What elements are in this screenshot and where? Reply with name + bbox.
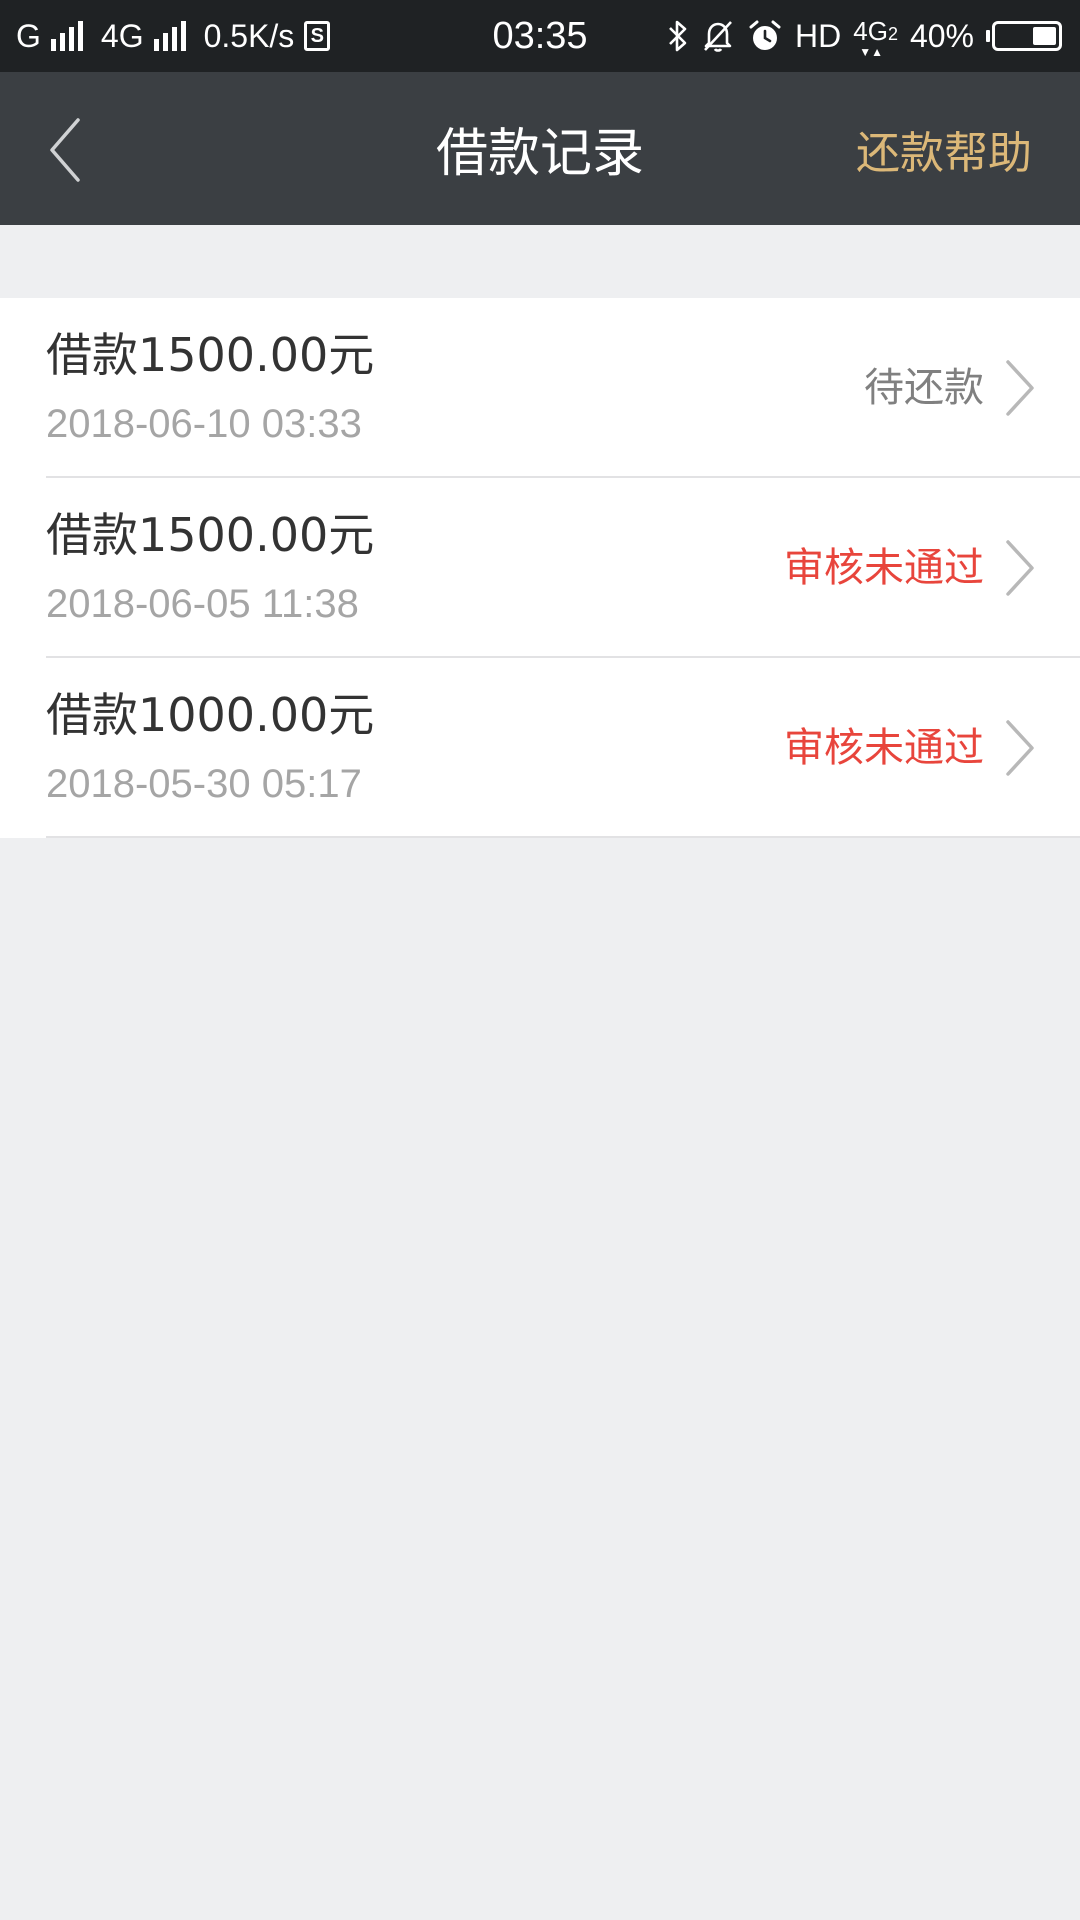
loan-record-item[interactable]: 借款1500.00元 2018-06-10 03:33 待还款 (0, 298, 1080, 478)
bluetooth-icon (669, 20, 687, 52)
hd-label: HD (795, 17, 842, 54)
loan-amount: 借款1500.00元 (46, 328, 375, 382)
chevron-right-icon (1004, 538, 1038, 598)
chevron-right-icon (1004, 718, 1038, 778)
status-right: HD 4G2 ▼▲ 40% (667, 0, 1062, 72)
loan-amount: 借款1000.00元 (46, 688, 375, 742)
loan-status: 审核未通过 (784, 545, 984, 591)
loan-record-item[interactable]: 借款1000.00元 2018-05-30 05:17 审核未通过 (0, 658, 1080, 838)
back-button[interactable] (40, 110, 90, 190)
loan-date: 2018-05-30 05:17 (46, 762, 362, 806)
network-label-1: G (16, 17, 41, 54)
loan-status: 审核未通过 (784, 725, 984, 771)
network-speed: 0.5K/s (203, 17, 295, 54)
loan-record-list: 借款1500.00元 2018-06-10 03:33 待还款 借款1500.0… (0, 298, 1080, 838)
status-left: G 4G 0.5K/s S (16, 0, 331, 72)
battery-percent: 40% (909, 17, 974, 54)
alarm-icon (749, 20, 781, 50)
nav-bar: 借款记录 还款帮助 (0, 72, 1080, 225)
chevron-right-icon (1004, 358, 1038, 418)
status-bar: G 4G 0.5K/s S 03:35 HD 4G2 ▼▲ 40% (0, 0, 1080, 72)
lte-label: 4G (853, 16, 888, 46)
status-time: 03:35 (492, 14, 588, 57)
battery-icon (986, 21, 1062, 51)
lte-sub: 2 (887, 24, 898, 44)
loan-date: 2018-06-10 03:33 (46, 402, 362, 446)
page-title: 借款记录 (435, 124, 644, 184)
network-label-2: 4G (100, 17, 144, 54)
sim-icon: S (304, 21, 331, 51)
signal-icon (50, 21, 83, 51)
divider (46, 836, 1080, 838)
signal-icon (153, 21, 186, 51)
bell-muted-icon (704, 21, 732, 52)
loan-status: 待还款 (864, 365, 984, 411)
loan-date: 2018-06-05 11:38 (46, 582, 359, 626)
chevron-left-icon (50, 118, 80, 182)
lte-indicator: 4G2 ▼▲ (853, 16, 898, 59)
loan-record-item[interactable]: 借款1500.00元 2018-06-05 11:38 审核未通过 (0, 478, 1080, 658)
repay-help-button[interactable]: 还款帮助 (856, 72, 1032, 225)
loan-amount: 借款1500.00元 (46, 508, 375, 562)
